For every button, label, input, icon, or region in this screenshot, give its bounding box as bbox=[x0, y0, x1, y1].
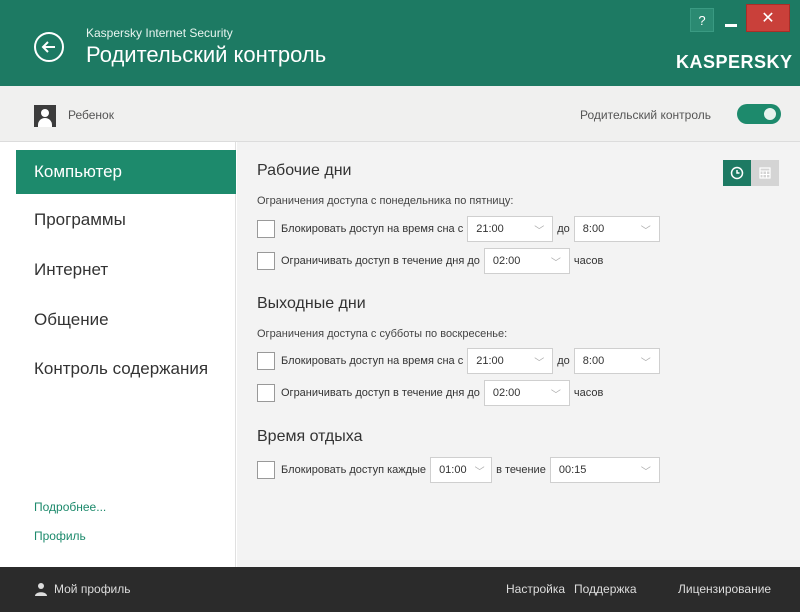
workdays-sleep-label: Блокировать доступ на время сна с bbox=[281, 223, 464, 235]
weekend-to-label: до bbox=[557, 355, 570, 367]
parental-control-toggle[interactable] bbox=[737, 104, 781, 124]
weekend-limit-row: Ограничивать доступ в течение дня до 02:… bbox=[257, 380, 603, 406]
weekend-limit-select[interactable]: 02:00 ﹀ bbox=[483, 380, 570, 406]
workdays-sleep-to-select[interactable]: 8:00 ﹀ bbox=[573, 216, 660, 242]
chevron-down-icon: ﹀ bbox=[534, 357, 545, 369]
profile-link[interactable]: Профиль bbox=[34, 529, 86, 543]
workdays-limit-checkbox[interactable] bbox=[257, 252, 275, 270]
profile-bar: Ребенок Родительский контроль bbox=[0, 86, 800, 142]
schedule-panel: Рабочие дни Ограничения доступа с понеде… bbox=[237, 142, 800, 567]
sidebar-item-programs[interactable]: Программы bbox=[16, 198, 236, 242]
weekend-desc: Ограничения доступа с субботы по воскрес… bbox=[257, 328, 508, 340]
weekend-title: Выходные дни bbox=[257, 295, 366, 312]
back-button[interactable] bbox=[34, 32, 64, 62]
weekend-sleep-checkbox[interactable] bbox=[257, 352, 275, 370]
rest-row: Блокировать доступ каждые 01:00 ﹀ в течен… bbox=[257, 457, 664, 483]
workdays-hours-label: часов bbox=[573, 255, 604, 267]
clock-view-button[interactable] bbox=[723, 160, 751, 186]
workdays-title: Рабочие дни bbox=[257, 162, 352, 179]
help-button[interactable]: ? bbox=[690, 8, 714, 32]
weekend-sleep-row: Блокировать доступ на время сна с 21:00 ﹀… bbox=[257, 348, 664, 374]
parental-control-label: Родительский контроль bbox=[580, 108, 711, 122]
licensing-link[interactable]: Лицензирование bbox=[678, 582, 771, 596]
sidebar-item-internet[interactable]: Интернет bbox=[16, 248, 236, 292]
workdays-limit-row: Ограничивать доступ в течение дня до 02:… bbox=[257, 248, 603, 274]
chevron-down-icon: ﹀ bbox=[474, 466, 485, 478]
workdays-desc: Ограничения доступа с понедельника по пя… bbox=[257, 195, 514, 207]
page-title: Родительский контроль bbox=[86, 42, 327, 67]
workdays-limit-select[interactable]: 02:00 ﹀ bbox=[483, 248, 570, 274]
product-name: Kaspersky Internet Security bbox=[86, 26, 233, 40]
child-avatar-icon bbox=[34, 105, 56, 127]
view-toggle bbox=[723, 160, 779, 186]
clock-icon bbox=[730, 166, 744, 180]
minimize-icon bbox=[725, 23, 737, 27]
weekend-sleep-to-select[interactable]: 8:00 ﹀ bbox=[573, 348, 660, 374]
chevron-down-icon: ﹀ bbox=[640, 357, 651, 369]
more-link[interactable]: Подробнее... bbox=[34, 500, 106, 514]
chevron-down-icon: ﹀ bbox=[640, 225, 651, 237]
weekend-sleep-from-select[interactable]: 21:00 ﹀ bbox=[467, 348, 554, 374]
workdays-limit-label: Ограничивать доступ в течение дня до bbox=[281, 255, 480, 267]
rest-every-select[interactable]: 01:00 ﹀ bbox=[430, 457, 493, 483]
sidebar: Компьютер Программы Интернет Общение Кон… bbox=[0, 142, 236, 567]
sidebar-item-content-control[interactable]: Контроль содержания bbox=[16, 347, 236, 391]
workdays-sleep-checkbox[interactable] bbox=[257, 220, 275, 238]
close-button[interactable]: ✕ bbox=[746, 4, 790, 32]
chevron-down-icon: ﹀ bbox=[550, 389, 561, 401]
minimize-button[interactable] bbox=[718, 8, 744, 32]
workdays-sleep-from-select[interactable]: 21:00 ﹀ bbox=[467, 216, 554, 242]
workdays-sleep-row: Блокировать доступ на время сна с 21:00 ﹀… bbox=[257, 216, 664, 242]
arrow-left-icon bbox=[41, 41, 55, 53]
user-icon bbox=[35, 583, 47, 596]
sidebar-item-computer[interactable]: Компьютер bbox=[16, 150, 236, 194]
chevron-down-icon: ﹀ bbox=[534, 225, 545, 237]
rest-title: Время отдыха bbox=[257, 428, 363, 445]
footer-bar: Мой профиль Настройка Поддержка Лицензир… bbox=[0, 567, 800, 612]
weekend-limit-checkbox[interactable] bbox=[257, 384, 275, 402]
sidebar-item-communication[interactable]: Общение bbox=[16, 298, 236, 342]
workdays-to-label: до bbox=[557, 223, 570, 235]
calendar-icon bbox=[759, 167, 771, 179]
support-link[interactable]: Поддержка bbox=[574, 582, 637, 596]
rest-during-label: в течение bbox=[496, 464, 546, 476]
chevron-down-icon: ﹀ bbox=[640, 466, 651, 478]
rest-during-select[interactable]: 00:15 ﹀ bbox=[549, 457, 660, 483]
weekend-hours-label: часов bbox=[573, 387, 604, 399]
my-profile-link[interactable]: Мой профиль bbox=[54, 582, 131, 596]
rest-checkbox[interactable] bbox=[257, 461, 275, 479]
weekend-limit-label: Ограничивать доступ в течение дня до bbox=[281, 387, 480, 399]
title-bar: Kaspersky Internet Security Родительский… bbox=[0, 0, 800, 86]
settings-link[interactable]: Настройка bbox=[506, 582, 565, 596]
kaspersky-logo: KASPERSKY bbox=[676, 52, 793, 72]
child-name[interactable]: Ребенок bbox=[68, 108, 114, 122]
weekend-sleep-label: Блокировать доступ на время сна с bbox=[281, 355, 464, 367]
calendar-view-button[interactable] bbox=[751, 160, 779, 186]
rest-block-label: Блокировать доступ каждые bbox=[281, 464, 427, 476]
chevron-down-icon: ﹀ bbox=[550, 257, 561, 269]
